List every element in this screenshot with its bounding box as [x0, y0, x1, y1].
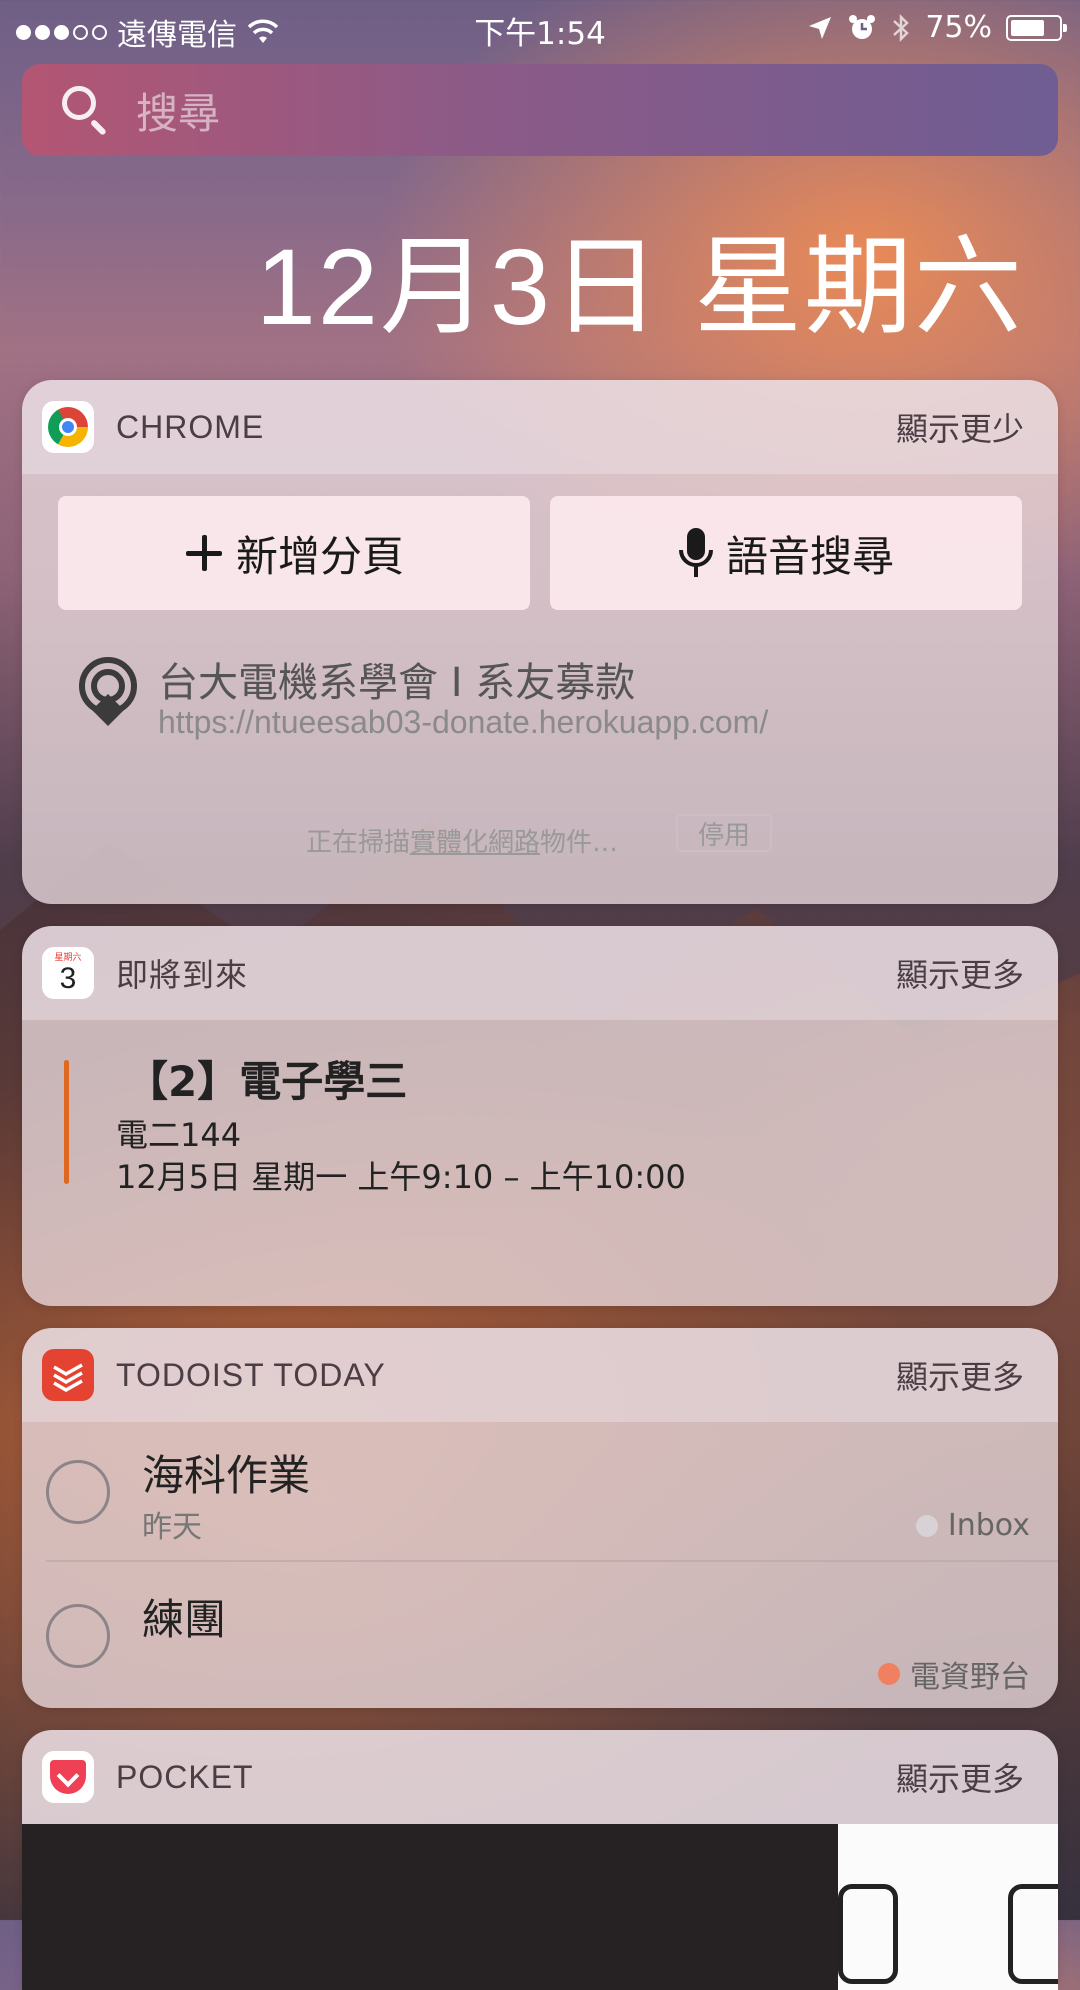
show-less-button[interactable]: 顯示更少 [896, 404, 1024, 450]
task-name: 海科作業 [142, 1451, 311, 1500]
status-bar: 遠傳電信 下午1:54 75% [0, 0, 1080, 56]
chrome-widget-title: CHROME [116, 408, 265, 445]
chrome-widget: CHROME 顯示更少 新增分頁 語音搜尋 台大電機系學會 I 系友募款 htt… [22, 380, 1058, 904]
chrome-widget-header: CHROME 顯示更少 [22, 380, 1058, 474]
project-color-dot [878, 1663, 900, 1685]
battery-fill [1011, 19, 1044, 36]
scan-status: 正在掃描實體化網路物件… [306, 822, 618, 859]
chrome-app-icon [42, 401, 94, 453]
task-due: 昨天 [142, 1510, 202, 1545]
plus-icon [184, 533, 224, 573]
project-name: 電資野台 [910, 1660, 1030, 1695]
scan-suffix: 物件… [540, 828, 619, 858]
todoist-widget: TODOIST TODAY 顯示更多 海科作業 昨天 Inbox 練團 電資野台 [22, 1328, 1058, 1708]
bluetooth-icon [893, 13, 910, 42]
task-checkbox[interactable] [46, 1604, 110, 1668]
calendar-widget-header: 星期六 3 即將到來 顯示更多 [22, 926, 1058, 1020]
calendar-event[interactable]: 【2】電子學三 電二144 12月5日 星期一 上午9:10 – 上午10:00 [22, 1020, 1058, 1306]
task-item[interactable]: 練團 電資野台 [22, 1566, 1058, 1708]
location-arrow-icon [809, 16, 832, 39]
article-thumbnail-light [838, 1824, 1058, 1990]
todoist-widget-title: TODOIST TODAY [116, 1356, 386, 1393]
task-checkbox[interactable] [46, 1460, 110, 1524]
voice-search-label: 語音搜尋 [725, 531, 894, 581]
show-more-button[interactable]: 顯示更多 [896, 1352, 1024, 1398]
search-placeholder: 搜尋 [136, 88, 221, 138]
chrome-widget-body: 新增分頁 語音搜尋 台大電機系學會 I 系友募款 https://ntueesa… [22, 474, 1058, 904]
project-color-dot [915, 1514, 938, 1537]
disable-scan-button[interactable]: 停用 [676, 814, 772, 852]
date-heading: 12月3日 星期六 [255, 226, 1024, 347]
new-tab-button[interactable]: 新增分頁 [58, 496, 530, 610]
pocket-app-icon [42, 1751, 94, 1803]
event-color-bar [64, 1060, 69, 1184]
task-item[interactable]: 海科作業 昨天 Inbox [22, 1422, 1058, 1566]
task-divider [46, 1560, 1058, 1562]
voice-search-button[interactable]: 語音搜尋 [550, 496, 1022, 610]
todoist-app-icon [42, 1349, 94, 1401]
new-tab-label: 新增分頁 [235, 531, 404, 581]
task-name: 練團 [142, 1595, 227, 1644]
calendar-icon-day: 3 [59, 962, 77, 995]
task-project: Inbox [915, 1508, 1030, 1543]
calendar-widget-title: 即將到來 [116, 957, 249, 993]
battery-percent: 75% [925, 10, 992, 45]
event-title: 【2】電子學三 [126, 1057, 408, 1106]
event-time: 12月5日 星期一 上午9:10 – 上午10:00 [116, 1158, 686, 1196]
nearby-page-url[interactable]: https://ntueesab03-donate.herokuapp.com/ [158, 704, 768, 741]
microphone-icon [678, 528, 713, 577]
project-name: Inbox [947, 1508, 1030, 1543]
alarm-icon [849, 14, 876, 39]
pocket-widget: POCKET 顯示更多 [22, 1730, 1058, 1990]
calendar-app-icon: 星期六 3 [42, 947, 94, 999]
article-thumbnail-dark [22, 1824, 838, 1990]
pocket-widget-title: POCKET [116, 1758, 254, 1795]
physical-web-beacon-icon [79, 657, 137, 726]
nearby-page-title[interactable]: 台大電機系學會 I 系友募款 [158, 650, 635, 708]
search-icon [56, 80, 116, 140]
task-project: 電資野台 [878, 1652, 1030, 1696]
calendar-widget: 星期六 3 即將到來 顯示更多 【2】電子學三 電二144 12月5日 星期一 … [22, 926, 1058, 1306]
scan-prefix: 正在掃描 [306, 828, 411, 858]
battery-icon [1006, 14, 1067, 41]
pocket-article-preview[interactable] [22, 1824, 1058, 1990]
physical-web-link[interactable]: 實體化網路 [410, 828, 540, 858]
todoist-widget-header: TODOIST TODAY 顯示更多 [22, 1328, 1058, 1422]
pocket-widget-header: POCKET 顯示更多 [22, 1730, 1058, 1824]
todoist-task-list: 海科作業 昨天 Inbox 練團 電資野台 [22, 1422, 1058, 1708]
show-more-button[interactable]: 顯示更多 [896, 950, 1024, 996]
search-bar[interactable]: 搜尋 [22, 64, 1058, 156]
show-more-button[interactable]: 顯示更多 [896, 1754, 1024, 1800]
event-location: 電二144 [116, 1116, 242, 1154]
